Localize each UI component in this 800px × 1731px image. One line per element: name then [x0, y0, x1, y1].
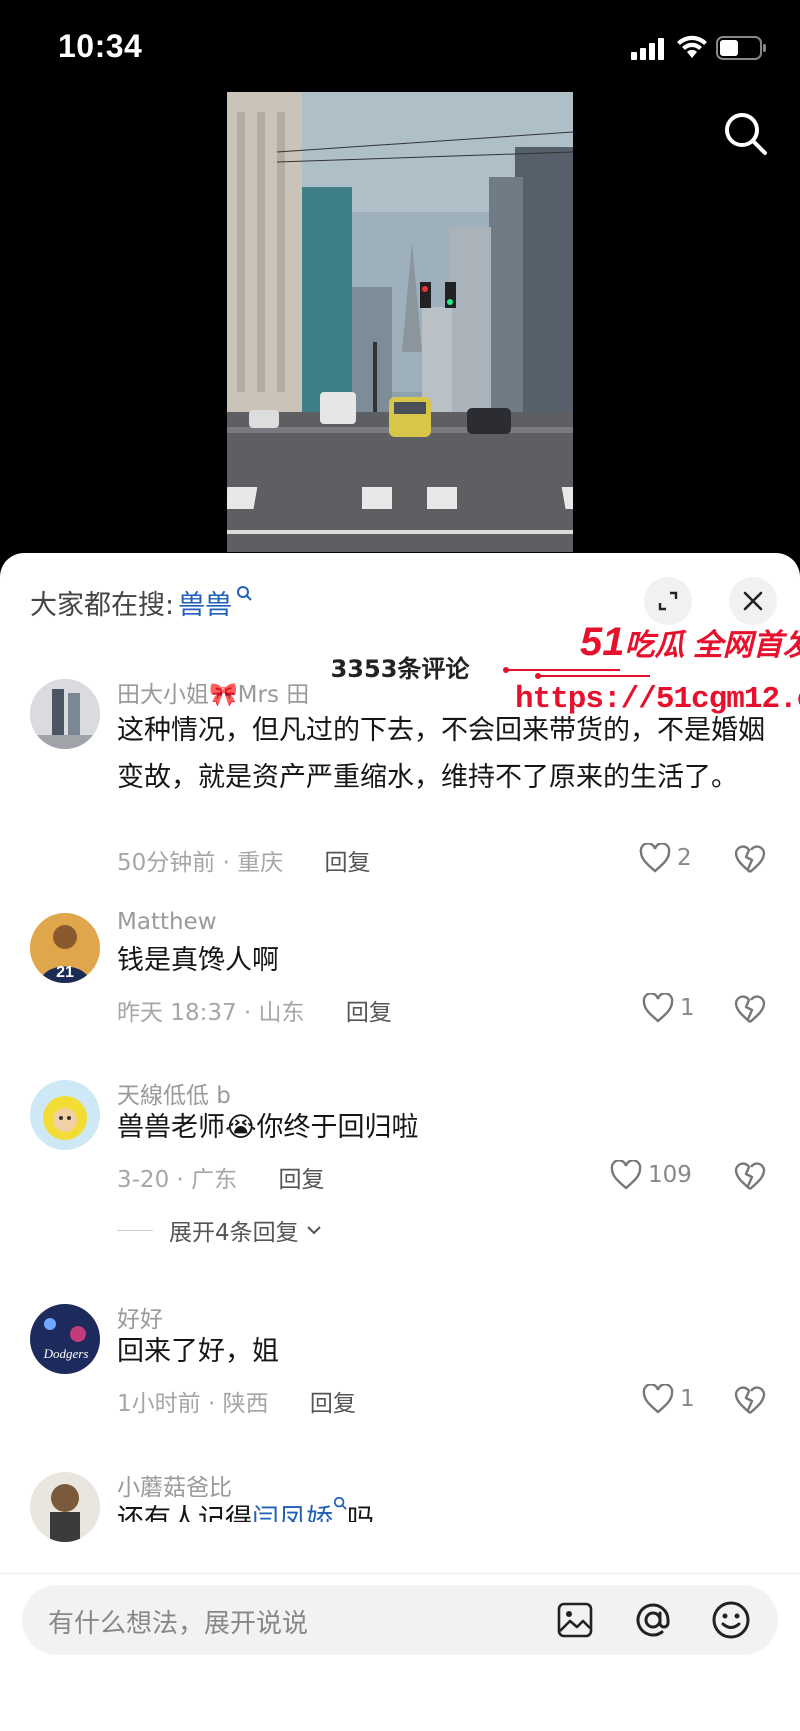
heart-icon[interactable] — [642, 993, 674, 1023]
like-count: 1 — [680, 1386, 695, 1412]
comment-text: 兽兽老师😭你终于回归啦 — [117, 1112, 419, 1143]
broken-heart-icon[interactable] — [734, 1160, 766, 1192]
broken-heart-icon[interactable] — [734, 1384, 766, 1416]
watermark: 51吃瓜 全网首发 https://51cgm12.com — [500, 620, 800, 720]
hot-search[interactable]: 大家都在搜: 兽兽 — [30, 583, 252, 622]
keyword-search-icon — [333, 1496, 347, 1510]
battery-icon — [716, 36, 766, 60]
comment-username[interactable]: 田大小姐🎀Mrs 田 — [117, 675, 309, 709]
heart-icon[interactable] — [639, 843, 671, 873]
comment-text: 这种情况，但凡过的下去，不会回来带货的，不是婚姻变故，就是资产严重缩水，维持不了… — [117, 715, 765, 793]
comment-meta: 3-20 · 广东 回复 — [117, 1160, 324, 1194]
like-count: 2 — [677, 845, 692, 871]
signal-icon — [631, 38, 664, 60]
comment-input[interactable]: 有什么想法，展开说说 — [22, 1585, 778, 1655]
keyword-search-icon — [237, 586, 252, 601]
watermark-title: 51吃瓜 全网首发 — [580, 620, 800, 664]
heart-icon[interactable] — [610, 1160, 642, 1190]
reply-button[interactable]: 回复 — [310, 1391, 356, 1417]
comment-username[interactable]: Matthew — [117, 909, 217, 935]
comment-time-location: 1小时前 · 陕西 — [117, 1391, 269, 1417]
comment-list: 田大小姐🎀Mrs 田 这种情况，但凡过的下去，不会回来带货的，不是婚姻变故，就是… — [0, 679, 800, 1703]
status-time: 10:34 — [58, 28, 143, 64]
avatar[interactable]: 21 — [30, 913, 100, 983]
at-mention-icon[interactable] — [632, 1599, 674, 1641]
emoji-icon[interactable] — [710, 1599, 752, 1641]
avatar-image — [30, 1472, 100, 1542]
hot-search-keyword[interactable]: 兽兽 — [178, 583, 232, 622]
avatar[interactable]: Dodgers — [30, 1304, 100, 1374]
avatar[interactable] — [30, 679, 100, 749]
image-icon[interactable] — [556, 1601, 594, 1639]
comment-time-location: 50分钟前 · 重庆 — [117, 850, 284, 876]
avatar-image: 21 — [30, 913, 100, 983]
watermark-circuit-decoration — [503, 667, 650, 679]
expand-button[interactable] — [644, 577, 692, 625]
close-icon — [743, 591, 763, 611]
avatar[interactable] — [30, 1472, 100, 1542]
chevron-down-icon — [306, 1226, 321, 1235]
avatar-image: Dodgers — [30, 1304, 100, 1374]
svg-text:Dodgers: Dodgers — [43, 1346, 89, 1361]
comment-time-location: 3-20 · 广东 — [117, 1167, 238, 1193]
reply-button[interactable]: 回复 — [278, 1167, 324, 1193]
heart-icon[interactable] — [642, 1384, 674, 1414]
wifi-icon — [677, 35, 707, 58]
comment-input-bar: 有什么想法，展开说说 — [0, 1573, 800, 1731]
search-icon[interactable] — [722, 110, 768, 156]
input-placeholder: 有什么想法，展开说说 — [48, 1609, 309, 1639]
avatar-image — [30, 1080, 100, 1150]
comment-time-location: 昨天 18:37 · 山东 — [117, 1000, 305, 1026]
hot-search-prefix: 大家都在搜: — [30, 590, 175, 621]
expand-icon — [658, 591, 678, 611]
comment-sheet: 大家都在搜: 兽兽 3353条评论 田大小姐🎀Mrs 田 这种情况，但凡过的下去… — [0, 553, 800, 1731]
reply-button[interactable]: 回复 — [346, 1000, 392, 1026]
like-count: 1 — [680, 995, 695, 1021]
status-bar: 10:34 — [0, 0, 800, 92]
close-button[interactable] — [729, 577, 777, 625]
comment-meta: 50分钟前 · 重庆 回复 — [117, 843, 371, 877]
broken-heart-icon[interactable] — [734, 843, 766, 875]
watermark-url: https://51cgm12.com — [515, 682, 800, 717]
svg-text:21: 21 — [56, 964, 74, 981]
divider — [117, 1229, 153, 1231]
comment-text: 钱是真馋人啊 — [117, 945, 279, 976]
comment-meta: 昨天 18:37 · 山东 回复 — [117, 993, 392, 1027]
video-player[interactable] — [227, 92, 573, 552]
reply-button[interactable]: 回复 — [325, 850, 371, 876]
avatar[interactable] — [30, 1080, 100, 1150]
expand-replies-button[interactable]: 展开4条回复 — [117, 1213, 323, 1247]
like-count: 109 — [648, 1162, 692, 1188]
comment-meta: 1小时前 · 陕西 回复 — [117, 1384, 356, 1418]
mention-link[interactable]: 闫凤娇 — [252, 1504, 333, 1522]
expand-replies-label: 展开4条回复 — [169, 1220, 299, 1246]
avatar-image — [30, 679, 100, 749]
street-scene-image — [227, 92, 573, 552]
comment-text-suffix: 吗 — [347, 1504, 374, 1522]
comment-text: 还有人记得闫凤娇吗 — [117, 1496, 777, 1522]
broken-heart-icon[interactable] — [734, 993, 766, 1025]
comment-text: 回来了好，姐 — [117, 1336, 279, 1367]
comment-text-prefix: 还有人记得 — [117, 1504, 252, 1522]
